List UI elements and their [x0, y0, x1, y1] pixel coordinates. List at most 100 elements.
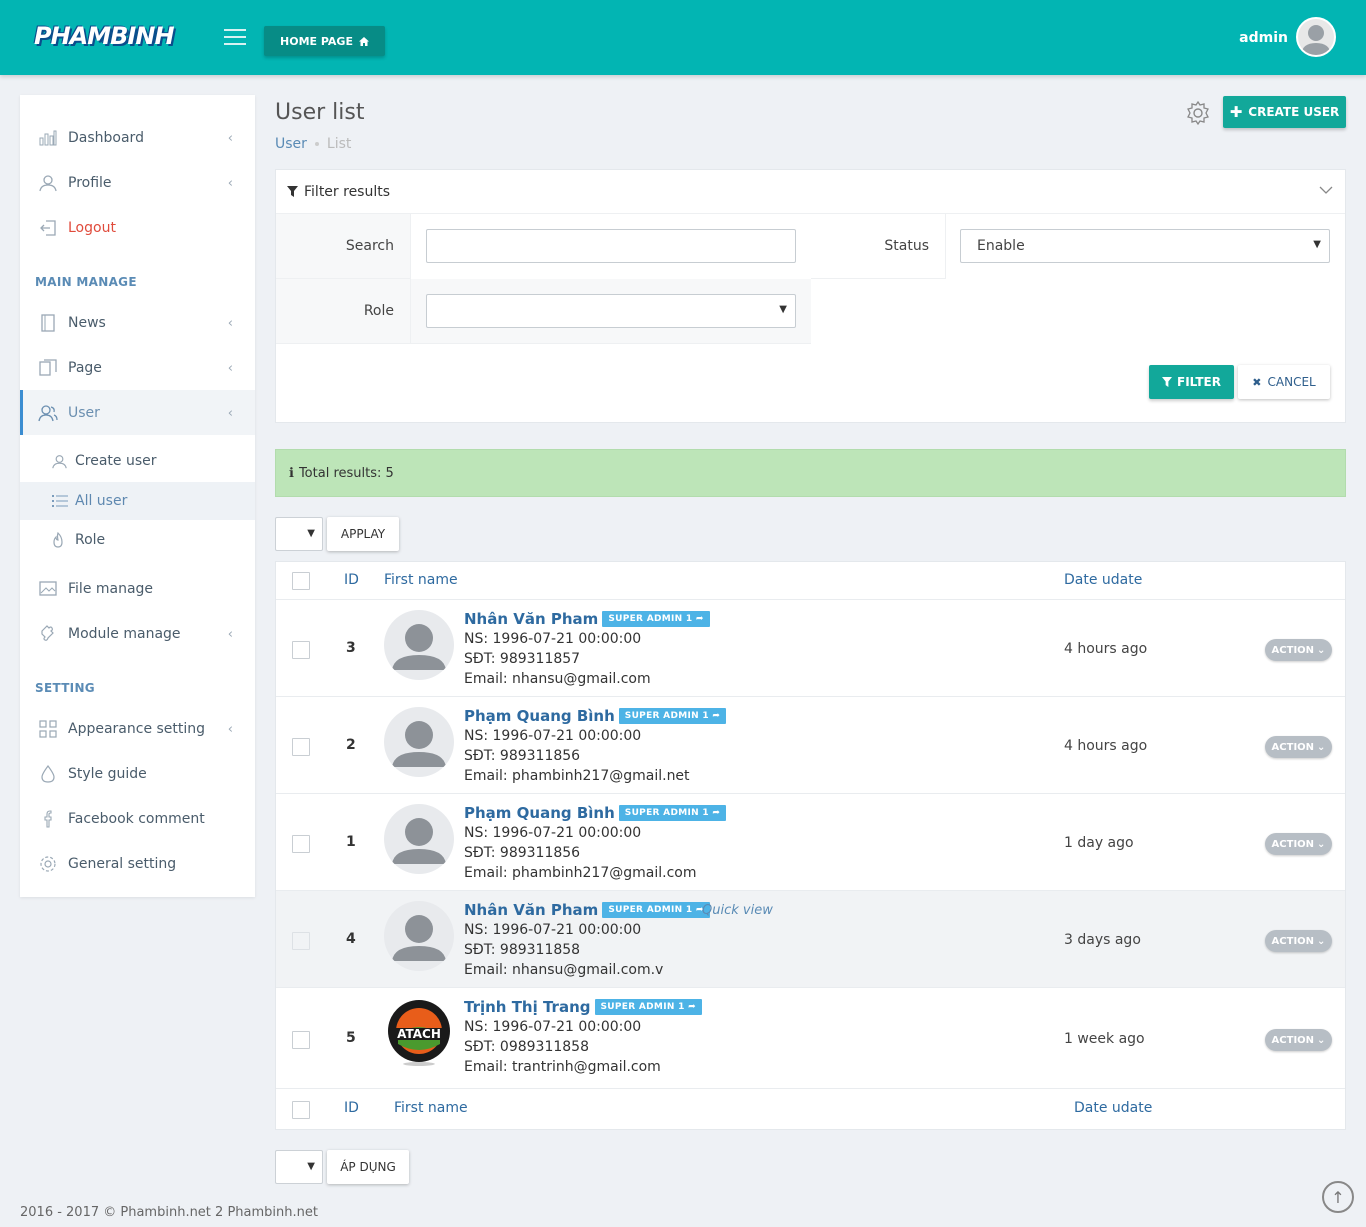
sidebar-item-label: Module manage	[68, 625, 181, 642]
top-navbar: PHAMBINH HOME PAGE admin	[0, 0, 1366, 75]
chevron-left-icon: ‹	[227, 176, 233, 191]
action-dropdown-button[interactable]: ACTION ⌄	[1265, 639, 1332, 661]
drop-icon	[38, 764, 58, 784]
avatar	[384, 707, 454, 777]
footer-first-name[interactable]: First name	[394, 1100, 468, 1116]
sidebar-item-label: Style guide	[68, 765, 147, 782]
header-id[interactable]: ID	[344, 572, 359, 588]
user-name-link[interactable]: Nhân Văn Pham SUPER ADMIN 1 ➦	[464, 610, 710, 628]
action-label: ACTION	[1271, 644, 1315, 656]
sidebar-item-news[interactable]: News ‹	[20, 300, 255, 345]
row-id: 2	[346, 737, 356, 753]
action-dropdown-button[interactable]: ACTION ⌄	[1265, 1029, 1332, 1051]
row-id: 5	[346, 1030, 356, 1046]
apply-button-bottom[interactable]: ÁP DỤNG	[327, 1150, 409, 1184]
role-badge-label: SUPER ADMIN 1	[624, 808, 709, 818]
close-icon: ✖	[1252, 375, 1262, 389]
sidebar-item-file-manage[interactable]: File manage	[20, 566, 255, 611]
row-checkbox[interactable]	[292, 738, 310, 756]
role-select[interactable]: ▼	[426, 294, 796, 328]
user-icon	[52, 454, 68, 469]
row-date: 1 day ago	[1064, 835, 1134, 851]
sidebar-subitem-all-user[interactable]: All user	[20, 482, 255, 520]
bulk-action-select-top[interactable]: ▼	[275, 517, 323, 551]
admin-username[interactable]: admin	[1239, 30, 1288, 46]
role-badge[interactable]: SUPER ADMIN 1 ➦	[594, 999, 702, 1015]
chevron-left-icon: ‹	[227, 627, 233, 642]
breadcrumb: User List	[275, 136, 351, 152]
chevron-down-icon: ⌄	[1317, 838, 1326, 850]
row-checkbox[interactable]	[292, 932, 310, 950]
sidebar-item-logout[interactable]: Logout	[20, 205, 255, 250]
sidebar-item-facebook-comment[interactable]: Facebook comment	[20, 796, 255, 841]
admin-avatar[interactable]	[1296, 17, 1336, 57]
row-date: 3 days ago	[1064, 932, 1141, 948]
create-user-button[interactable]: ✚ CREATE USER	[1223, 96, 1346, 128]
bulk-action-select-bottom[interactable]: ▼	[275, 1150, 323, 1184]
chevron-down-icon: ⌄	[1317, 644, 1326, 656]
search-input[interactable]	[426, 229, 796, 263]
home-page-button[interactable]: HOME PAGE	[264, 26, 385, 56]
role-badge[interactable]: SUPER ADMIN 1 ➦	[618, 708, 727, 724]
role-badge[interactable]: SUPER ADMIN 1 ➦	[618, 805, 727, 821]
sidebar-item-general-setting[interactable]: General setting	[20, 841, 255, 886]
header-first-name[interactable]: First name	[384, 572, 458, 588]
action-dropdown-button[interactable]: ACTION ⌄	[1265, 930, 1332, 952]
action-dropdown-button[interactable]: ACTION ⌄	[1265, 736, 1332, 758]
book-icon	[38, 313, 58, 333]
user-name: Nhân Văn Pham	[464, 610, 599, 628]
brand-logo[interactable]: PHAMBINH	[34, 22, 175, 50]
sidebar-subitem-create-user[interactable]: Create user	[20, 442, 255, 480]
action-label: ACTION	[1271, 1034, 1315, 1046]
scroll-to-top-icon[interactable]: ↑	[1322, 1181, 1354, 1213]
row-checkbox[interactable]	[292, 1031, 310, 1049]
footer-id[interactable]: ID	[344, 1100, 359, 1116]
filter-panel-header[interactable]: Filter results	[276, 170, 1345, 214]
select-all-checkbox[interactable]	[292, 572, 310, 590]
puzzle-icon	[38, 624, 58, 644]
footer-date-update[interactable]: Date udate	[1074, 1100, 1152, 1116]
sidebar-item-module-manage[interactable]: Module manage ‹	[20, 611, 255, 656]
caret-down-icon: ▼	[1313, 239, 1321, 250]
quick-view-link[interactable]: Quick view	[702, 903, 773, 918]
breadcrumb-user[interactable]: User	[275, 136, 307, 152]
menu-toggle-icon[interactable]	[224, 29, 246, 45]
user-name-link[interactable]: Phạm Quang Bình SUPER ADMIN 1 ➦	[464, 707, 727, 725]
apply-button-top[interactable]: APPLAY	[327, 517, 399, 551]
filter-button[interactable]: FILTER	[1149, 365, 1234, 399]
role-badge[interactable]: SUPER ADMIN 1 ➦	[602, 611, 710, 627]
user-phone: SĐT: 989311856	[464, 748, 581, 764]
action-label: ACTION	[1271, 741, 1315, 753]
chevron-down-icon[interactable]	[1319, 182, 1333, 198]
sidebar-item-page[interactable]: Page ‹	[20, 345, 255, 390]
row-checkbox[interactable]	[292, 641, 310, 659]
row-date: 1 week ago	[1064, 1031, 1145, 1047]
sidebar-item-profile[interactable]: Profile ‹	[20, 160, 255, 205]
role-badge[interactable]: SUPER ADMIN 1 ➦	[602, 902, 710, 918]
user-table: ID First name Date udate 3 Nhân Văn Pham…	[275, 561, 1346, 1130]
sidebar-item-label: Page	[68, 359, 102, 376]
user-phone: SĐT: 989311857	[464, 651, 581, 667]
sidebar-subitem-label: Role	[75, 532, 106, 548]
user-name-link[interactable]: Phạm Quang Bình SUPER ADMIN 1 ➦	[464, 804, 727, 822]
sidebar-item-appearance-setting[interactable]: Appearance setting ‹	[20, 706, 255, 751]
user-name-link[interactable]: Trịnh Thị Trang SUPER ADMIN 1 ➦	[464, 998, 702, 1016]
user-email: Email: phambinh217@gmail.com	[464, 865, 697, 881]
logout-icon	[38, 218, 58, 238]
cancel-button[interactable]: ✖ CANCEL	[1238, 365, 1330, 399]
user-email: Email: trantrinh@gmail.com	[464, 1059, 661, 1075]
action-dropdown-button[interactable]: ACTION ⌄	[1265, 833, 1332, 855]
sidebar-item-dashboard[interactable]: Dashboard ‹	[20, 115, 255, 160]
select-all-checkbox-bottom[interactable]	[292, 1101, 310, 1119]
user-name: Phạm Quang Bình	[464, 804, 615, 822]
user-name-link[interactable]: Nhân Văn Pham SUPER ADMIN 1 ➦	[464, 901, 710, 919]
sidebar-item-style-guide[interactable]: Style guide	[20, 751, 255, 796]
search-label: Search	[276, 214, 411, 279]
sidebar-subitem-role[interactable]: Role	[20, 521, 255, 559]
settings-gear-icon[interactable]	[1185, 100, 1211, 126]
status-select[interactable]: Enable ▼	[960, 229, 1330, 263]
header-date-update[interactable]: Date udate	[1064, 572, 1142, 588]
sidebar-item-label: Facebook comment	[68, 810, 205, 827]
sidebar-item-user[interactable]: User ‹	[20, 390, 255, 435]
row-checkbox[interactable]	[292, 835, 310, 853]
